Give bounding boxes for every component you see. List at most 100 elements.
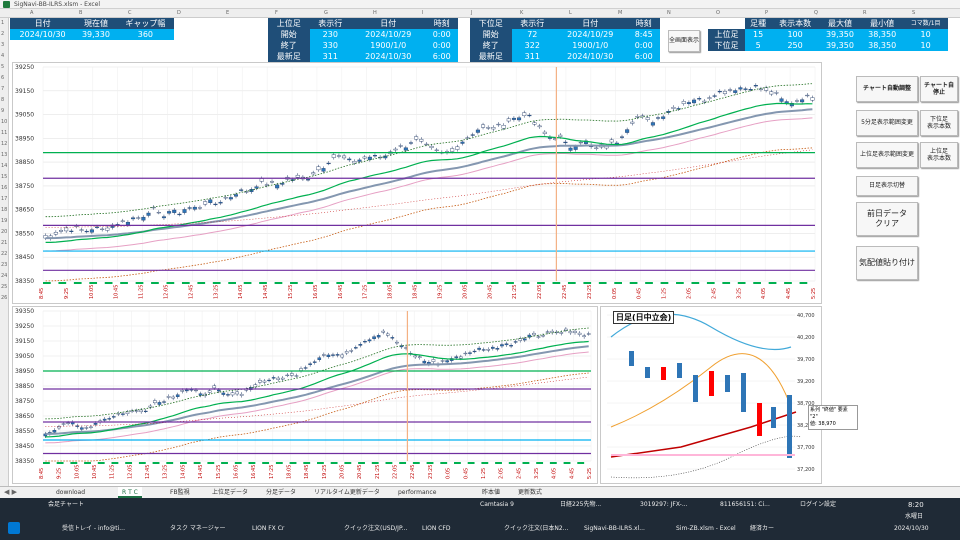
lower-end-n[interactable]: 322 bbox=[511, 40, 554, 51]
bar-lower-kind[interactable]: 5 bbox=[744, 40, 772, 51]
taskbar-item[interactable]: 3019297: JFX-... bbox=[640, 500, 688, 510]
windows-start-icon[interactable] bbox=[8, 522, 20, 534]
upper-start-n[interactable]: 230 bbox=[309, 29, 352, 40]
upper-end-date[interactable]: 1900/1/0 bbox=[351, 40, 426, 51]
upper-latest-time[interactable]: 6:00 bbox=[425, 51, 458, 62]
column-header[interactable]: E bbox=[226, 9, 229, 18]
sheet-tab[interactable]: 昨本値 bbox=[478, 487, 504, 498]
lower-start-date[interactable]: 2024/10/29 bbox=[553, 29, 628, 40]
sheet-tab[interactable]: download bbox=[52, 487, 89, 498]
column-header[interactable]: R bbox=[863, 9, 866, 18]
column-header[interactable]: C bbox=[128, 9, 132, 18]
daily-chart[interactable]: 40,700 40,200 39,700 39,200 38,700 38,200 37,7… bbox=[600, 306, 822, 484]
row-header[interactable]: 18 bbox=[1, 207, 7, 213]
column-header[interactable]: G bbox=[324, 9, 328, 18]
row-header[interactable]: 2 bbox=[1, 31, 4, 37]
full-display-button[interactable]: 全画面表示 bbox=[668, 30, 700, 52]
column-header[interactable]: S bbox=[912, 9, 915, 18]
taskbar-item[interactable]: 日経225先物... bbox=[560, 500, 601, 510]
sheet-tab[interactable]: FB監視 bbox=[166, 487, 194, 498]
lower-range-change-button[interactable]: 上位足表示範囲変更 bbox=[856, 142, 918, 168]
lower-start-n[interactable]: 72 bbox=[511, 29, 554, 40]
lower-latest-time[interactable]: 6:00 bbox=[627, 51, 660, 62]
row-header[interactable]: 22 bbox=[1, 251, 7, 257]
lower-start-time[interactable]: 8:45 bbox=[627, 29, 660, 40]
lower-end-time[interactable]: 0:00 bbox=[627, 40, 660, 51]
row-header[interactable]: 6 bbox=[1, 75, 4, 81]
upper-timeframe-chart[interactable]: 39250 39150 39050 38950 38850 38750 38650 38550… bbox=[12, 62, 822, 304]
lower-latest-n[interactable]: 311 bbox=[511, 51, 554, 62]
taskbar-item[interactable]: 受信トレイ - info@ti... bbox=[62, 524, 125, 534]
row-header[interactable]: 3 bbox=[1, 42, 4, 48]
column-header[interactable]: I bbox=[422, 9, 423, 18]
column-header[interactable]: H bbox=[373, 9, 377, 18]
bar-lower-max[interactable]: 39,350 bbox=[818, 40, 862, 51]
column-header[interactable]: D bbox=[177, 9, 181, 18]
row-header[interactable]: 11 bbox=[1, 130, 7, 136]
upper-end-time[interactable]: 0:00 bbox=[425, 40, 458, 51]
row-header[interactable]: 24 bbox=[1, 273, 7, 279]
chart-auto-stop-button[interactable]: チャート自 停止 bbox=[920, 76, 958, 102]
taskbar-item[interactable]: LION FX Cr bbox=[252, 524, 284, 534]
row-header[interactable]: 1 bbox=[1, 20, 4, 26]
column-header[interactable]: A bbox=[30, 9, 33, 18]
row-header[interactable]: 23 bbox=[1, 262, 7, 268]
summary-price[interactable]: 39,330 bbox=[75, 29, 117, 40]
column-header[interactable]: O bbox=[716, 9, 720, 18]
row-header[interactable]: 25 bbox=[1, 284, 7, 290]
summary-date[interactable]: 2024/10/30 bbox=[10, 29, 76, 40]
upper-end-n[interactable]: 330 bbox=[309, 40, 352, 51]
lower-latest-date[interactable]: 2024/10/30 bbox=[553, 51, 628, 62]
upper-start-date[interactable]: 2024/10/29 bbox=[351, 29, 426, 40]
row-header[interactable]: 16 bbox=[1, 185, 7, 191]
taskbar-item[interactable]: Camtasia 9 bbox=[480, 500, 514, 510]
prev-day-clear-button[interactable]: 前日データ クリア bbox=[856, 202, 918, 236]
bar-upper-min[interactable]: 38,350 bbox=[861, 29, 904, 40]
bar-upper-count[interactable]: 100 bbox=[771, 29, 819, 40]
column-header[interactable]: P bbox=[765, 9, 768, 18]
row-header[interactable]: 12 bbox=[1, 141, 7, 147]
taskbar-item[interactable]: Sim-ZB.xlsm - Excel bbox=[676, 524, 736, 534]
row-header[interactable]: 17 bbox=[1, 196, 7, 202]
column-header[interactable]: M bbox=[618, 9, 622, 18]
lower-end-date[interactable]: 1900/1/0 bbox=[553, 40, 628, 51]
taskbar-item[interactable]: LION CFD bbox=[422, 524, 451, 534]
lower-count-button[interactable]: 下位足 表示本数 bbox=[920, 110, 958, 136]
row-header[interactable]: 13 bbox=[1, 152, 7, 158]
bar-upper-kind[interactable]: 15 bbox=[744, 29, 772, 40]
paste-quote-button[interactable]: 気配値貼り付け bbox=[856, 246, 918, 280]
upper-start-time[interactable]: 0:00 bbox=[425, 29, 458, 40]
row-header[interactable]: 15 bbox=[1, 174, 7, 180]
row-header[interactable]: 8 bbox=[1, 97, 4, 103]
bar-lower-count[interactable]: 250 bbox=[771, 40, 819, 51]
chart-auto-adjust-button[interactable]: チャート自動調整 bbox=[856, 76, 918, 102]
taskbar-item[interactable]: 811656151: Ci... bbox=[720, 500, 770, 510]
sheet-tab[interactable]: R T C bbox=[118, 487, 142, 498]
taskbar-item[interactable]: 会足チャート bbox=[48, 500, 84, 510]
row-header[interactable]: 19 bbox=[1, 218, 7, 224]
row-header[interactable]: 10 bbox=[1, 119, 7, 125]
row-header[interactable]: 20 bbox=[1, 229, 7, 235]
taskbar-item[interactable]: ログイン設定 bbox=[800, 500, 836, 510]
column-header[interactable]: J bbox=[471, 9, 472, 18]
column-header[interactable]: N bbox=[667, 9, 671, 18]
sheet-tab[interactable]: 上位足データ bbox=[208, 487, 252, 498]
sheet-tab[interactable]: performance bbox=[394, 487, 440, 498]
row-header[interactable]: 26 bbox=[1, 295, 7, 301]
sheet-tab[interactable]: 分足データ bbox=[262, 487, 300, 498]
summary-gap[interactable]: 360 bbox=[116, 29, 174, 40]
row-header[interactable]: 7 bbox=[1, 86, 4, 92]
row-header[interactable]: 4 bbox=[1, 53, 4, 59]
column-header[interactable]: B bbox=[79, 9, 82, 18]
bar-lower-min[interactable]: 38,350 bbox=[861, 40, 904, 51]
upper-latest-date[interactable]: 2024/10/30 bbox=[351, 51, 426, 62]
taskbar-item[interactable]: クイック注文(日本N2... bbox=[504, 524, 568, 534]
row-header[interactable]: 9 bbox=[1, 108, 4, 114]
bar-upper-max[interactable]: 39,350 bbox=[818, 29, 862, 40]
column-header[interactable]: Q bbox=[814, 9, 818, 18]
taskbar-item[interactable]: クイック注文(USD/JP... bbox=[344, 524, 407, 534]
lower-timeframe-chart[interactable]: 39350 39250 39150 39050 38950 38850 38750 38650… bbox=[12, 306, 598, 484]
sheet-tab[interactable]: リアルタイム更新データ bbox=[310, 487, 384, 498]
row-header[interactable]: 5 bbox=[1, 64, 4, 70]
upper-range-change-button[interactable]: 5分足表示範囲変更 bbox=[856, 110, 918, 136]
